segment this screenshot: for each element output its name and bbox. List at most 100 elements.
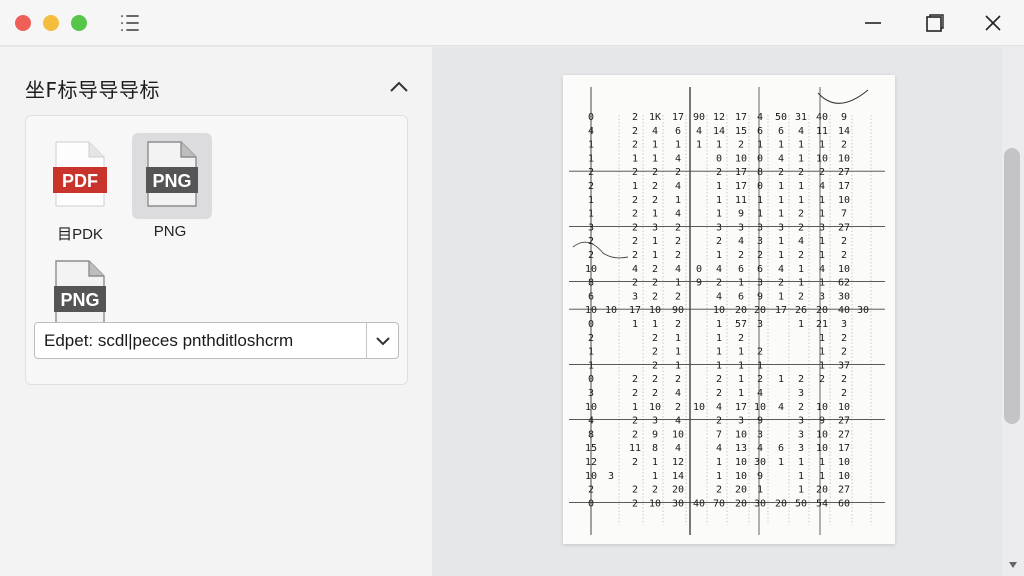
file-tile-pdf[interactable]: PDF — [40, 133, 120, 219]
table-cell: 1 — [778, 250, 784, 261]
window-close-dot[interactable] — [15, 15, 31, 31]
table-cell: 10 — [816, 402, 828, 413]
file-badge-png: PNG — [152, 171, 191, 191]
table-cell: 4 — [716, 264, 722, 275]
table-cell: 3 — [608, 471, 614, 482]
table-cell: 9 — [757, 416, 763, 427]
table-cell: 1 — [819, 209, 825, 220]
table-cell: 1 — [798, 181, 804, 192]
table-cell: 4 — [716, 291, 722, 302]
table-cell: 1 — [632, 181, 638, 192]
table-cell: 2 — [675, 319, 681, 330]
table-cell: 2 — [632, 498, 638, 509]
table-cell: 10 — [838, 471, 850, 482]
table-cell: 1 — [757, 485, 763, 496]
scroll-down-icon[interactable] — [1008, 560, 1018, 570]
table-cell: 10 — [585, 471, 597, 482]
table-cell: 10 — [735, 153, 747, 164]
table-cell: 1 — [819, 347, 825, 358]
document-table: 0 2 1K 17 90 12 17 4 50 31 40 94 2 4 6 4 14 15 6 6 4 11 141 2 1 1… — [569, 87, 885, 535]
table-cell: 9 — [696, 278, 702, 289]
table-cell: 10 — [713, 305, 725, 316]
table-cell: 3 — [716, 222, 722, 233]
table-cell: 4 — [675, 443, 681, 454]
scrollbar-thumb[interactable] — [1004, 148, 1020, 424]
table-cell: 1 — [738, 347, 744, 358]
table-cell: 4 — [675, 209, 681, 220]
table-cell: 4 — [757, 388, 763, 399]
select-arrow-button[interactable] — [367, 323, 398, 358]
table-cell: 11 — [629, 443, 641, 454]
close-button[interactable] — [968, 0, 1018, 46]
table-cell: 2 — [716, 278, 722, 289]
table-cell: 37 — [838, 360, 850, 371]
title-bar — [0, 0, 1024, 46]
table-cell: 12 — [713, 112, 725, 123]
table-cell: 1 — [716, 250, 722, 261]
table-cell: 2 — [632, 485, 638, 496]
table-cell: 1 — [738, 278, 744, 289]
table-cell: 17 — [629, 305, 641, 316]
table-cell: 4 — [675, 416, 681, 427]
table-cell: 3 — [798, 429, 804, 440]
table-cell: 2 — [716, 236, 722, 247]
table-cell: 8 — [652, 443, 658, 454]
table-cell: 2 — [632, 416, 638, 427]
table-cell: 14 — [713, 126, 725, 137]
table-cell: 1 — [778, 181, 784, 192]
table-cell: 20 — [816, 485, 828, 496]
table-cell: 2 — [632, 209, 638, 220]
table-cell: 1 — [819, 471, 825, 482]
table-cell: 2 — [632, 126, 638, 137]
table-cell: 3 — [588, 388, 594, 399]
minimize-button[interactable] — [848, 0, 898, 46]
table-cell: 2 — [675, 167, 681, 178]
table-cell: 4 — [675, 264, 681, 275]
table-cell: 0 — [588, 319, 594, 330]
table-cell: 9 — [652, 429, 658, 440]
list-icon[interactable] — [119, 12, 141, 34]
table-cell: 1 — [798, 140, 804, 151]
table-cell: 3 — [819, 222, 825, 233]
table-cell: 0 — [716, 153, 722, 164]
table-cell: 0 — [588, 112, 594, 123]
table-cell: 1 — [798, 153, 804, 164]
table-cell: 2 — [716, 374, 722, 385]
table-cell: 2 — [798, 222, 804, 233]
table-cell: 10 — [735, 429, 747, 440]
table-cell: 6 — [588, 291, 594, 302]
table-cell: 14 — [838, 126, 850, 137]
file-tile-png[interactable]: PNG — [132, 133, 212, 219]
table-cell: 3 — [757, 429, 763, 440]
table-cell: 2 — [632, 388, 638, 399]
table-cell: 3 — [738, 222, 744, 233]
window-minimize-dot[interactable] — [43, 15, 59, 31]
table-cell: 2 — [798, 167, 804, 178]
export-format-select[interactable]: Edpet: scdl|peces pnthditloshcrm — [34, 322, 399, 359]
table-cell: 2 — [675, 402, 681, 413]
table-cell: 2 — [652, 388, 658, 399]
table-cell: 2 — [588, 250, 594, 261]
table-cell: 1 — [798, 457, 804, 468]
table-cell: 2 — [632, 222, 638, 233]
table-cell: 1 — [675, 140, 681, 151]
document-preview-page[interactable]: 0 2 1K 17 90 12 17 4 50 31 40 9 4 2 4 6 4 14 15 6 6 4 11 14 1 2 1 1… — [563, 75, 895, 544]
table-cell: 3 — [819, 291, 825, 302]
table-cell: 20 — [735, 485, 747, 496]
table-cell: 2 — [716, 167, 722, 178]
table-cell: 3 — [632, 291, 638, 302]
table-cell: 2 — [738, 250, 744, 261]
chevron-up-icon[interactable] — [388, 76, 410, 98]
table-cell: 17 — [838, 443, 850, 454]
table-cell: 4 — [778, 402, 784, 413]
table-cell: 3 — [652, 416, 658, 427]
maximize-button[interactable] — [910, 0, 960, 46]
table-cell: 1 — [819, 333, 825, 344]
table-cell: 1 — [819, 278, 825, 289]
table-cell: 4 — [778, 153, 784, 164]
table-cell: 2 — [675, 374, 681, 385]
table-cell: 40 — [838, 305, 850, 316]
export-select-value: Edpet: scdl|peces pnthditloshcrm — [44, 330, 294, 350]
table-cell: 27 — [838, 485, 850, 496]
window-zoom-dot[interactable] — [71, 15, 87, 31]
